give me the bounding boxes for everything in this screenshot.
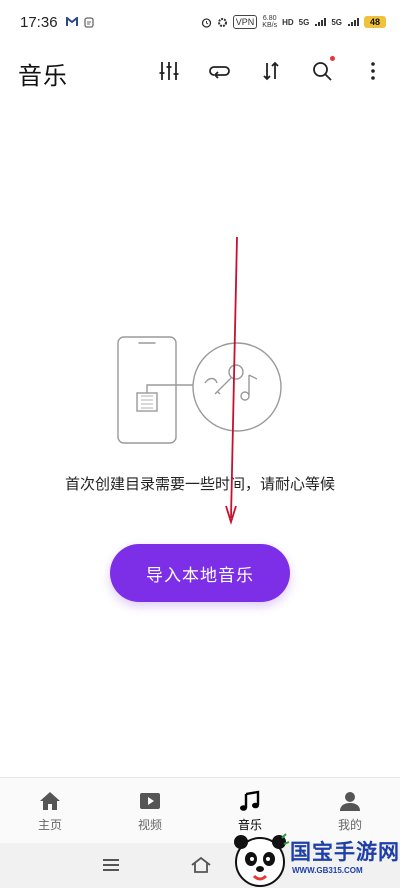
nav-item-home[interactable]: 主页 (0, 778, 100, 843)
nav-label-home: 主页 (37, 818, 62, 832)
watermark-logo: 国宝手游网 WWW.GB315.COM (230, 830, 400, 888)
more-options-button[interactable] (358, 56, 388, 86)
status-bar: 17:36 VPN 6.80 KB/s HD 5G 5G 48 (0, 0, 400, 44)
signal-1-label: 5G (298, 17, 310, 27)
music-disc-icon (192, 342, 282, 432)
page-title: 音乐 (18, 61, 68, 90)
gmail-icon (65, 17, 78, 26)
status-right: VPN 6.80 KB/s HD 5G 5G 48 (201, 15, 386, 29)
search-button[interactable] (307, 56, 337, 86)
hd-badge: HD (282, 17, 294, 27)
notification-icon (83, 16, 94, 28)
search-icon (313, 62, 332, 81)
connector-line (146, 384, 193, 393)
signal-2-label: 5G (331, 17, 342, 27)
more-vertical-icon (371, 62, 375, 80)
sort-button[interactable] (256, 56, 286, 86)
nav-item-video[interactable]: 视频 (100, 778, 200, 843)
watermark-url: WWW.GB315.COM (292, 866, 363, 875)
empty-state-message: 首次创建目录需要一些时间，请耐心等候 (64, 475, 335, 493)
nav-label-video: 视频 (137, 818, 162, 832)
notification-dot (330, 56, 335, 61)
net-speed-unit: KB/s (262, 22, 278, 29)
import-local-music-button[interactable]: 导入本地音乐 (110, 544, 290, 602)
video-icon (140, 793, 160, 809)
panda-icon (234, 833, 290, 887)
menu-icon[interactable] (101, 855, 121, 875)
status-left-icons (65, 16, 94, 28)
home-nav-icon[interactable] (190, 855, 212, 875)
repeat-icon (209, 66, 230, 79)
sort-icon (263, 61, 279, 81)
status-time: 17:36 (20, 13, 58, 31)
profile-icon (340, 792, 360, 811)
signal-bars-2-icon (348, 18, 359, 26)
empty-state-illustration (117, 336, 282, 444)
home-icon (40, 792, 60, 810)
watermark-brand: 国宝手游网 (290, 840, 400, 864)
equalizer-button[interactable] (154, 56, 184, 86)
toolbar-actions (154, 56, 388, 86)
alarm-icon (201, 17, 211, 28)
vpn-badge: VPN (232, 15, 258, 29)
signal-bars-icon (315, 18, 327, 26)
equalizer-icon (159, 62, 179, 80)
settings-icon (217, 17, 227, 27)
battery-indicator: 48 (364, 16, 386, 28)
app-toolbar: 音乐 (0, 50, 400, 96)
net-speed: 6.80 KB/s (262, 15, 277, 29)
music-note-icon (240, 790, 260, 811)
repeat-button[interactable] (205, 56, 235, 86)
net-speed-value: 6.80 (262, 15, 277, 22)
